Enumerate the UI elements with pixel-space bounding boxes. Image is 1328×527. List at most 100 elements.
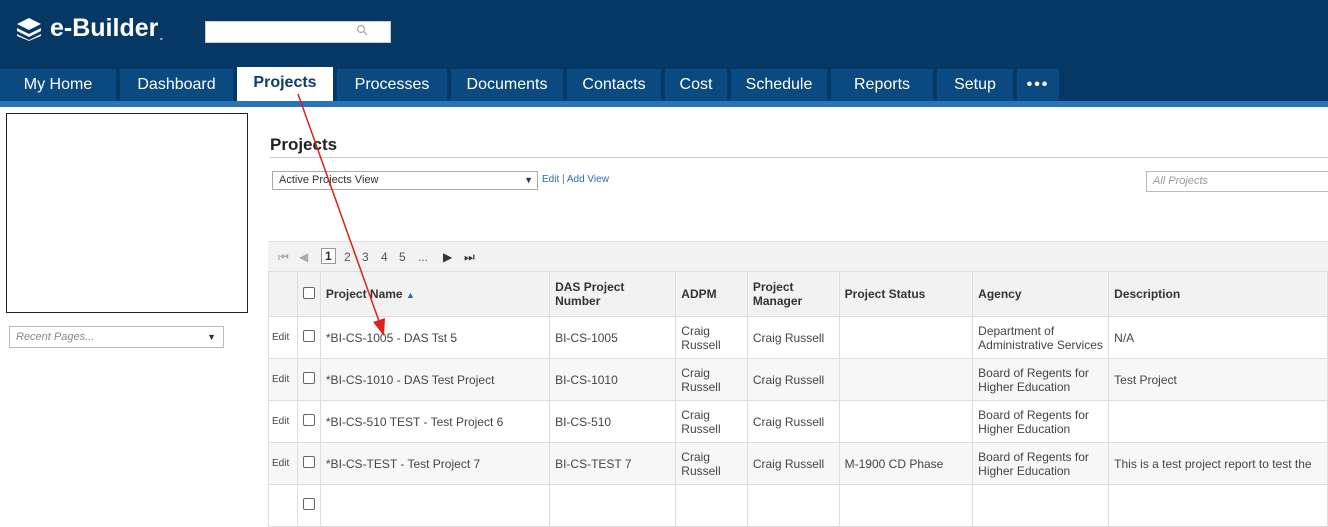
column-header-project-status[interactable]: Project Status: [838, 271, 974, 317]
nav-tab-setup[interactable]: Setup: [937, 69, 1013, 101]
column-header-project-name[interactable]: Project Name ▲: [319, 271, 551, 317]
project-name-link[interactable]: *BI-CS-TEST - Test Project 7: [319, 442, 551, 485]
project-manager-cell: Craig Russell: [746, 358, 840, 401]
global-search-input[interactable]: [205, 21, 391, 43]
select-all-header[interactable]: [296, 271, 321, 317]
das-number-cell: BI-CS-1005: [549, 316, 677, 359]
table-row: Edit *BI-CS-TEST - Test Project 7 BI-CS-…: [268, 442, 1328, 485]
page-number[interactable]: 4: [381, 250, 388, 264]
adpm-cell: Craig Russell: [675, 316, 748, 359]
title-divider: [270, 157, 1328, 158]
adpm-cell: Craig Russell: [675, 442, 748, 485]
recent-pages-placeholder: Recent Pages...: [16, 331, 95, 343]
project-manager-cell: Craig Russell: [746, 442, 840, 485]
column-header-adpm[interactable]: ADPM: [675, 271, 748, 317]
row-edit-link[interactable]: Edit: [268, 358, 298, 401]
checkbox-icon[interactable]: [302, 372, 315, 384]
page-ellipsis[interactable]: ...: [418, 250, 428, 264]
add-view-link[interactable]: Add View: [567, 174, 609, 185]
row-edit-link[interactable]: Edit: [268, 400, 298, 443]
nav-tab-contacts[interactable]: Contacts: [567, 69, 661, 101]
table-row: Edit *BI-CS-510 TEST - Test Project 6 BI…: [268, 400, 1328, 443]
nav-tab-my-home[interactable]: My Home: [0, 69, 116, 101]
logo-icon: [17, 17, 41, 41]
page-number[interactable]: 3: [362, 250, 369, 264]
table-header-row: Project Name ▲ DAS Project Number ADPM P…: [268, 271, 1328, 317]
nav-tab-reports[interactable]: Reports: [831, 69, 933, 101]
row-edit-link[interactable]: Edit: [268, 442, 298, 485]
table-row: Edit *BI-CS-1005 - DAS Tst 5 BI-CS-1005 …: [268, 316, 1328, 359]
adpm-cell: Craig Russell: [675, 358, 748, 401]
project-name-link[interactable]: *BI-CS-510 TEST - Test Project 6: [319, 400, 551, 443]
row-select-cell[interactable]: [296, 316, 321, 359]
project-manager-cell: Craig Russell: [746, 400, 840, 443]
page-number[interactable]: 2: [344, 250, 351, 264]
last-page-icon[interactable]: ⏭: [464, 250, 475, 265]
column-header-das-number[interactable]: DAS Project Number: [549, 271, 677, 317]
adpm-cell: Craig Russell: [675, 400, 748, 443]
nav-tab-dashboard[interactable]: Dashboard: [120, 69, 233, 101]
project-status-cell: [838, 400, 974, 443]
next-page-icon[interactable]: ▶: [443, 250, 452, 264]
project-status-cell: [838, 316, 974, 359]
row-select-cell[interactable]: [296, 358, 321, 401]
project-name-link[interactable]: *BI-CS-1010 - DAS Test Project: [319, 358, 551, 401]
nav-more-button[interactable]: •••: [1017, 69, 1059, 101]
nav-tab-cost[interactable]: Cost: [665, 69, 727, 101]
nav-tab-processes[interactable]: Processes: [337, 69, 447, 101]
row-select-cell[interactable]: [296, 442, 321, 485]
column-header-project-manager[interactable]: Project Manager: [746, 271, 840, 317]
pager: ⏮ ◀ 1 2 3 4 5 ... ▶ ⏭: [268, 241, 1328, 272]
project-name-link[interactable]: *BI-CS-1005 - DAS Tst 5: [319, 316, 551, 359]
first-page-icon[interactable]: ⏮: [278, 250, 289, 265]
page-title: Projects: [270, 135, 338, 154]
checkbox-icon[interactable]: [302, 286, 315, 299]
nav-tab-projects[interactable]: Projects: [237, 67, 333, 101]
page-number-current[interactable]: 1: [321, 248, 336, 264]
column-header-label: Project Name: [325, 286, 403, 301]
nav-tab-schedule[interactable]: Schedule: [731, 69, 827, 101]
row-select-cell[interactable]: [296, 400, 321, 443]
left-panel-box: [6, 113, 248, 313]
checkbox-icon[interactable]: [302, 414, 315, 426]
checkbox-icon[interactable]: [302, 498, 315, 510]
das-number-cell: BI-CS-1010: [549, 358, 677, 401]
row-edit-link[interactable]: Edit: [268, 316, 298, 359]
top-header: e-Builder.: [0, 0, 1328, 65]
description-cell: [1108, 400, 1328, 443]
agency-cell: Board of Regents for Higher Education: [972, 442, 1110, 485]
das-number-cell: BI-CS-TEST 7: [549, 442, 677, 485]
column-header-agency[interactable]: Agency: [972, 271, 1110, 317]
dropdown-caret-icon: ▼: [524, 175, 533, 185]
project-filter-input[interactable]: All Projects: [1146, 171, 1328, 192]
main-nav: My Home Dashboard Projects Processes Doc…: [0, 65, 1328, 107]
column-header-description[interactable]: Description: [1108, 271, 1328, 317]
recent-pages-select[interactable]: Recent Pages... ▼: [9, 326, 224, 348]
das-number-cell: BI-CS-510: [549, 400, 677, 443]
edit-column-header: [268, 271, 298, 317]
agency-cell: Board of Regents for Higher Education: [972, 400, 1110, 443]
app-logo[interactable]: e-Builder.: [16, 14, 163, 43]
edit-view-link[interactable]: Edit: [542, 174, 559, 185]
project-status-cell: M-1900 CD Phase: [838, 442, 974, 485]
checkbox-icon[interactable]: [302, 456, 315, 468]
nav-tab-documents[interactable]: Documents: [451, 69, 563, 101]
sort-asc-icon: ▲: [405, 289, 415, 300]
agency-cell: Department of Administrative Services: [972, 316, 1110, 359]
logo-dot: .: [159, 27, 164, 43]
page-number[interactable]: 5: [399, 250, 406, 264]
view-select[interactable]: Active Projects View ▼: [272, 171, 538, 190]
description-cell: Test Project: [1108, 358, 1328, 401]
table-row: Edit *BI-CS-1010 - DAS Test Project BI-C…: [268, 358, 1328, 401]
view-links: Edit | Add View: [542, 174, 609, 185]
description-cell: N/A: [1108, 316, 1328, 359]
agency-cell: Board of Regents for Higher Education: [972, 358, 1110, 401]
prev-page-icon[interactable]: ◀: [299, 250, 308, 264]
dropdown-caret-icon: ▼: [207, 332, 216, 342]
logo-text: e-Builder: [50, 14, 159, 42]
link-separator: |: [562, 174, 565, 185]
checkbox-icon[interactable]: [302, 330, 315, 342]
view-select-value: Active Projects View: [279, 174, 379, 186]
projects-table: Project Name ▲ DAS Project Number ADPM P…: [268, 271, 1328, 527]
search-icon[interactable]: [356, 23, 368, 39]
